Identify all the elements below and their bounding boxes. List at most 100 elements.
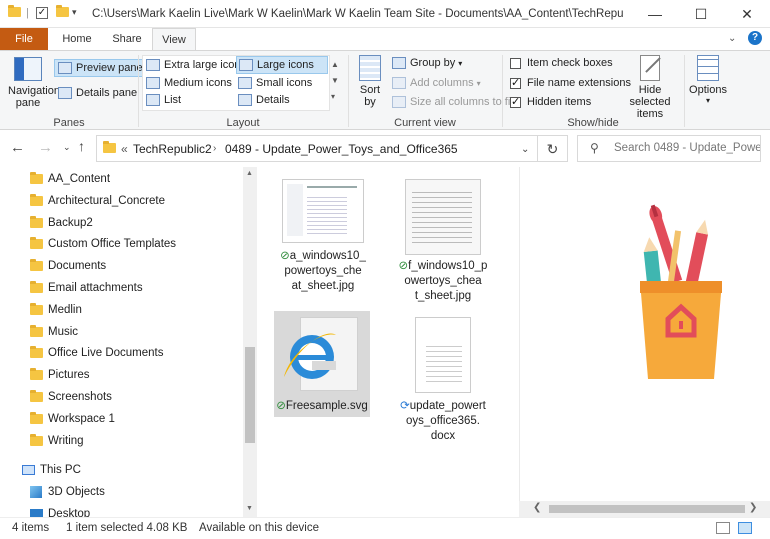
minimize-button[interactable]: — (632, 0, 678, 28)
horizontal-scrollbar-thumb[interactable] (549, 505, 745, 513)
availability-status: Available on this device (199, 522, 319, 534)
refresh-button[interactable]: ↻ (538, 135, 568, 162)
details-view-icon[interactable] (716, 522, 730, 534)
nav-folder-item[interactable]: Backup2 (30, 213, 93, 233)
details-icon (238, 94, 252, 106)
nav-folder-item[interactable]: Screenshots (30, 387, 112, 407)
file-name-extensions-toggle[interactable]: File name extensions (510, 76, 631, 89)
nav-folder-item[interactable]: AA_Content (30, 169, 110, 189)
file-item[interactable]: ⊘f_windows10_p owertoys_chea t_sheet.jpg (396, 179, 490, 304)
breadcrumb-current-folder[interactable]: 0489 - Update_Power_Toys_and_Office365 (225, 142, 458, 156)
folder-icon (8, 5, 26, 20)
scrollbar-thumb[interactable] (245, 347, 255, 443)
large-icons-view-icon[interactable] (738, 522, 752, 534)
file-item[interactable]: ⟳update_powert oys_office365. docx (396, 317, 490, 444)
folder-icon (30, 259, 43, 272)
navigation-pane-icon (14, 57, 42, 81)
add-columns-button[interactable]: Add columns ▾ (392, 77, 481, 89)
extra-large-icons-option[interactable]: Extra large icons (146, 59, 246, 71)
sync-status-icon: ⊘ (398, 260, 409, 272)
large-icons-option[interactable]: Large icons (236, 56, 328, 74)
nav-folder-item[interactable]: Office Live Documents (30, 343, 163, 363)
navigation-pane: AA_Content Architectural_Concrete Backup2 C… (0, 167, 258, 520)
nav-folder-item[interactable]: Architectural_Concrete (30, 191, 165, 211)
options-icon (697, 55, 719, 81)
group-label-show-hide: Show/hide (567, 117, 619, 129)
tab-share[interactable]: Share (103, 28, 151, 50)
details-pane-icon (58, 87, 72, 99)
up-arrow-icon[interactable]: ↑ (78, 138, 85, 154)
search-input[interactable]: ⚲ Search 0489 - Update_Power... (577, 135, 761, 162)
medium-icons-option[interactable]: Medium icons (146, 77, 232, 89)
folder-icon (30, 193, 43, 206)
computer-icon (22, 465, 35, 475)
preview-scrollbar[interactable]: ❮ ❯ (519, 501, 770, 517)
navigation-scrollbar[interactable]: ▲ ▼ (243, 167, 257, 517)
nav-folder-item[interactable]: Workspace 1 (30, 409, 115, 429)
group-by-button[interactable]: Group by ▾ (392, 57, 462, 69)
list-option[interactable]: List (146, 94, 181, 106)
breadcrumb-overflow[interactable]: « (121, 142, 128, 156)
properties-icon[interactable]: ✓ (36, 7, 48, 19)
nav-folder-item[interactable]: Music (30, 322, 78, 342)
chevron-right-icon[interactable]: › (213, 143, 216, 154)
collapse-ribbon-icon[interactable]: ⌄ (728, 33, 736, 44)
preview-pane-button[interactable]: Preview pane (54, 59, 147, 77)
nav-folder-item[interactable]: Pictures (30, 365, 90, 385)
navigation-pane-button[interactable]: Navigation pane (8, 57, 60, 109)
file-item-selected[interactable]: ⊘Freesample.svg (274, 311, 370, 417)
options-button[interactable]: Options ▾ (688, 55, 728, 105)
checkbox-checked-icon (510, 76, 521, 89)
status-bar: 4 items 1 item selected 4.08 KB Availabl… (0, 517, 770, 539)
nav-folder-item[interactable]: Custom Office Templates (30, 234, 176, 254)
tab-home[interactable]: Home (52, 28, 102, 50)
tab-file[interactable]: File (0, 28, 48, 50)
breadcrumb-techrepublic2[interactable]: TechRepublic2 (133, 142, 212, 156)
address-dropdown-icon[interactable]: ⌄ (521, 144, 529, 155)
nav-folder-item[interactable]: Medlin (30, 300, 82, 320)
scroll-right-icon[interactable]: ❯ (749, 502, 757, 513)
cube-icon (30, 486, 42, 498)
scroll-down-icon[interactable]: ▼ (246, 505, 253, 512)
hidden-items-toggle[interactable]: Hidden items (510, 95, 591, 108)
folder-icon (30, 411, 43, 424)
medium-icons-icon (146, 77, 160, 89)
nav-folder-item[interactable]: Email attachments (30, 278, 143, 298)
ribbon-tabs: File Home Share View ⌄ ? (0, 28, 770, 50)
scroll-left-icon[interactable]: ❮ (533, 502, 541, 513)
tab-view[interactable]: View (152, 28, 196, 50)
item-check-boxes-toggle[interactable]: Item check boxes (510, 57, 613, 69)
nav-folder-item[interactable]: Writing (30, 431, 84, 451)
checkbox-icon (510, 57, 521, 69)
details-pane-button[interactable]: Details pane (58, 87, 137, 99)
sort-by-button[interactable]: Sort by (354, 55, 386, 108)
nav-folder-item[interactable]: Documents (30, 256, 106, 276)
back-arrow-icon[interactable]: ← (10, 139, 25, 156)
file-item[interactable]: ⊘a_windows10_ powertoys_che at_sheet.jpg (276, 179, 370, 294)
small-icons-option[interactable]: Small icons (238, 77, 312, 89)
recent-locations-icon[interactable]: ⌄ (63, 142, 71, 153)
refresh-icon: ↻ (546, 141, 559, 157)
address-toolbar: ← → ⌄ ↑ « TechRepublic2 › 0489 - Update_… (0, 131, 770, 167)
details-option[interactable]: Details (238, 94, 290, 106)
customize-toolbar-icon[interactable]: ▾ (72, 7, 77, 18)
size-all-columns-button[interactable]: Size all columns to fit (392, 96, 513, 108)
nav-this-pc[interactable]: This PC (22, 460, 81, 480)
forward-arrow-icon[interactable]: → (38, 139, 53, 156)
checkbox-checked-icon (510, 95, 521, 108)
help-icon[interactable]: ? (748, 31, 762, 45)
selection-info: 1 item selected 4.08 KB (66, 522, 188, 534)
address-bar[interactable]: « TechRepublic2 › 0489 - Update_Power_To… (96, 135, 538, 162)
folder-icon (30, 172, 43, 184)
group-label-panes: Panes (53, 117, 85, 129)
extra-large-icons-icon (146, 59, 160, 71)
maximize-button[interactable]: ☐ (678, 0, 724, 28)
nav-3d-objects[interactable]: 3D Objects (30, 482, 105, 502)
hide-selected-icon (640, 55, 661, 81)
scroll-up-icon[interactable]: ▲ (246, 170, 253, 177)
close-button[interactable]: ✕ (724, 0, 770, 28)
hide-selected-items-button[interactable]: Hide selected items (618, 55, 682, 120)
document-file-icon (415, 317, 471, 393)
internet-explorer-icon (284, 333, 336, 379)
layout-scroll-icon[interactable]: ▲ ▼ ▾ (331, 57, 339, 105)
